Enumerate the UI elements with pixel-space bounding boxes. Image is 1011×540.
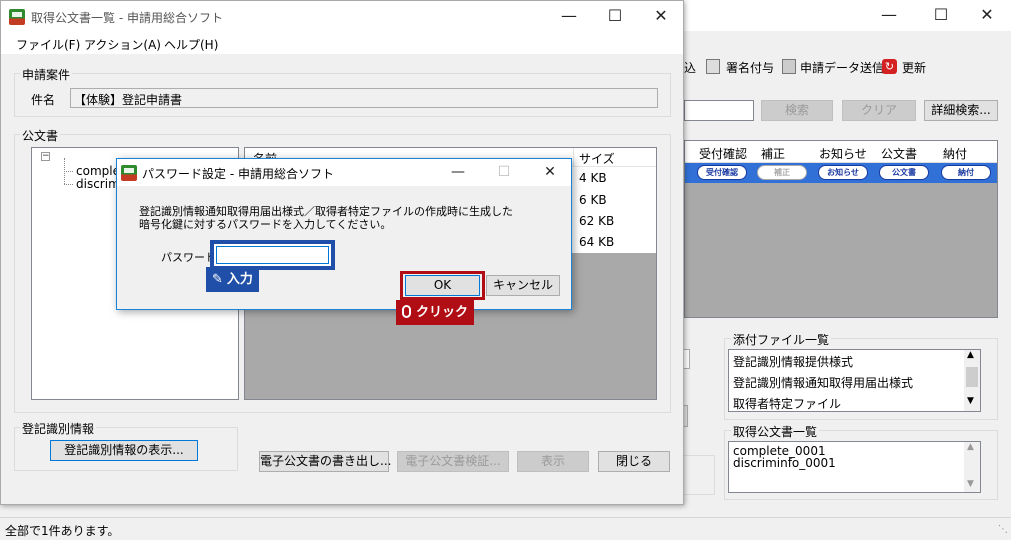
file-size-cell: 64 KB (579, 235, 615, 249)
show-ident-button[interactable]: 登記識別情報の表示... (50, 440, 198, 461)
partial-control (684, 349, 690, 369)
status-text: 全部で1件あります。 (5, 524, 120, 538)
menu-bar: ファイル(F) アクション(A) ヘルプ(H) (1, 32, 683, 54)
case-table-header: 受付確認 補正 お知らせ 公文書 納付 (685, 141, 997, 163)
scroll-down-icon[interactable]: ▼ (967, 396, 974, 406)
list-item[interactable]: discriminfo_0001 (733, 456, 836, 470)
clear-button[interactable]: クリア (842, 100, 916, 121)
password-label: パスワード (161, 251, 216, 264)
documents-title: 取得公文書一覧 (731, 423, 820, 440)
status-bar: 全部で1件あります。 ⋱ (0, 517, 1011, 540)
correction-button[interactable]: 補正 (757, 165, 807, 180)
close-button[interactable]: 閉じる (598, 451, 670, 472)
menu-action[interactable]: アクション(A) (84, 36, 161, 53)
ok-button[interactable]: OK (405, 275, 480, 296)
documents-maximize-button[interactable]: ☐ (592, 1, 638, 32)
attachments-list[interactable]: 登記識別情報提供様式 登記識別情報通知取得用届出様式 取得者特定ファイル ▲ ▼ (728, 349, 981, 412)
dialog-minimize-button[interactable]: — (435, 159, 481, 186)
scroll-up-icon[interactable]: ▲ (967, 350, 974, 360)
dialog-titlebar: パスワード設定 - 申請用総合ソフト — ☐ ✕ (117, 159, 571, 186)
tree-connector (64, 171, 73, 172)
scroll-thumb[interactable] (966, 367, 978, 387)
tree-connector (64, 184, 73, 185)
sign-icon (706, 59, 720, 74)
click-callout-label: クリック (416, 305, 469, 320)
docs-group-title: 公文書 (20, 127, 61, 144)
toolbar-sign-button[interactable]: 署名付与 (726, 59, 774, 76)
header-payment: 納付 (943, 147, 968, 161)
documents-window-title: 取得公文書一覧 - 申請用総合ソフト (31, 11, 223, 25)
file-size-cell: 6 KB (579, 193, 607, 207)
password-dialog: パスワード設定 - 申請用総合ソフト — ☐ ✕ 登記識別情報通知取得用届出様式… (116, 158, 572, 310)
file-size-cell: 4 KB (579, 171, 607, 185)
scroll-up-icon[interactable]: ▲ (967, 442, 974, 452)
main-minimize-button[interactable]: — (866, 0, 912, 31)
documents-minimize-button[interactable]: — (546, 1, 592, 32)
mouse-icon (402, 305, 411, 318)
partial-group (684, 455, 715, 495)
documents-titlebar: 取得公文書一覧 - 申請用総合ソフト — ☐ ✕ (1, 1, 683, 32)
refresh-icon: ↻ (882, 59, 897, 74)
documents-scrollbar[interactable]: ▲ ▼ (964, 442, 980, 492)
dialog-message-line2: 暗号化鍵に対するパスワードを入力してください。 (139, 218, 392, 231)
header-receipt: 受付確認 (699, 147, 748, 161)
click-callout: クリック (396, 300, 475, 325)
dialog-maximize-button[interactable]: ☐ (481, 159, 527, 186)
documents-list[interactable]: complete_0001 discriminfo_0001 ▲ ▼ (728, 441, 981, 493)
subject-field: 【体験】登記申請書 (70, 88, 658, 108)
toolbar-send-button[interactable]: 申請データ送信 (800, 59, 884, 76)
send-icon (782, 59, 796, 74)
main-close-button[interactable]: ✕ (964, 0, 1010, 31)
detail-search-button[interactable]: 詳細検索... (924, 100, 998, 121)
header-correction: 補正 (761, 147, 786, 161)
documents-close-button[interactable]: ✕ (638, 1, 684, 32)
verify-button[interactable]: 電子公文書検証... (397, 451, 509, 472)
list-item[interactable]: 登記識別情報提供様式 (733, 353, 853, 370)
pencil-icon: ✎ (212, 272, 223, 287)
main-toolbar: 込 署名付与 申請データ送信 ↻ 更新 (684, 56, 1011, 78)
list-item[interactable]: 取得者特定ファイル (733, 395, 841, 412)
menu-file[interactable]: ファイル(F) (16, 36, 80, 53)
case-group-title: 申請案件 (20, 66, 73, 83)
subject-value: 【体験】登記申請書 (74, 93, 183, 107)
resize-grip-icon[interactable]: ⋱ (998, 524, 1008, 535)
password-input[interactable] (216, 246, 329, 264)
app-icon (9, 9, 25, 25)
app-icon (121, 165, 137, 181)
menu-help[interactable]: ヘルプ(H) (164, 36, 218, 53)
tree-collapse-icon[interactable]: − (41, 152, 50, 161)
search-button[interactable]: 検索 (761, 100, 833, 121)
attachments-title: 添付ファイル一覧 (731, 331, 832, 348)
header-notice: お知らせ (819, 147, 867, 161)
notice-button[interactable]: お知らせ (818, 165, 868, 180)
scroll-down-icon[interactable]: ▼ (967, 479, 974, 489)
input-callout-label: 入力 (226, 272, 253, 287)
subject-label: 件名 (31, 93, 56, 107)
case-table: 受付確認 補正 お知らせ 公文書 納付 受付確認 補正 お知らせ 公文書 納付 (684, 140, 998, 318)
ident-group-title: 登記識別情報 (20, 420, 97, 437)
attachments-scrollbar[interactable]: ▲ ▼ (964, 350, 980, 411)
header-divider (573, 148, 574, 167)
file-header-size[interactable]: サイズ (579, 150, 615, 167)
cancel-button[interactable]: キャンセル (486, 275, 560, 296)
list-item[interactable]: 登記識別情報通知取得用届出様式 (733, 374, 913, 391)
table-row[interactable]: 受付確認 補正 お知らせ 公文書 納付 (685, 163, 997, 183)
partial-control (684, 405, 688, 427)
dialog-close-button[interactable]: ✕ (527, 159, 573, 186)
file-size-cell: 62 KB (579, 214, 615, 228)
display-button[interactable]: 表示 (517, 451, 589, 472)
toolbar-refresh-button[interactable]: 更新 (902, 59, 926, 76)
export-button[interactable]: 電子公文書の書き出し... (259, 451, 391, 472)
main-maximize-button[interactable]: ☐ (918, 0, 964, 31)
header-document: 公文書 (881, 147, 918, 161)
document-button[interactable]: 公文書 (879, 165, 929, 180)
toolbar-partial-label[interactable]: 込 (684, 59, 696, 76)
main-search-input[interactable] (684, 100, 754, 121)
receipt-button[interactable]: 受付確認 (697, 165, 747, 180)
input-callout: ✎ 入力 (206, 267, 259, 292)
payment-button[interactable]: 納付 (941, 165, 991, 180)
password-field-highlight (210, 240, 335, 270)
dialog-title: パスワード設定 - 申請用総合ソフト (142, 167, 334, 181)
